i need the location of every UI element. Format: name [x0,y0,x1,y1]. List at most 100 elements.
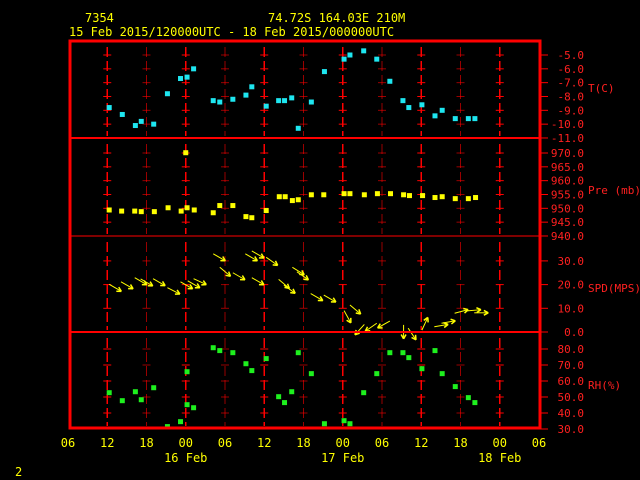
rh-point [230,350,236,356]
temperature-point [106,105,112,111]
pressure-point [276,194,282,200]
y-tick-label: 955.0 [551,188,584,201]
axes: -5.0-6.0-7.0-8.0-9.0-10.0-11.0T(C)970.09… [61,39,640,465]
pressure-point [465,196,471,202]
temperature-point [361,48,367,54]
wind-arrow [349,304,362,315]
temperature-point [295,125,301,131]
rh-point [249,368,255,374]
y-axis-label: T(C) [588,82,615,95]
rh-point [217,348,223,354]
wind-arrow [212,253,226,262]
y-tick-label: 965.0 [551,161,584,174]
y-axis-label: SPD(MPS) [588,282,640,295]
wind-arrow [364,322,378,333]
temperature-point [387,78,393,84]
temperature-point [406,105,412,111]
wind-arrow [474,309,489,316]
y-tick-label: 970.0 [551,147,584,160]
y-tick-label: 0.0 [564,326,584,339]
y-tick-label: -9.0 [558,104,585,117]
rh-point [295,350,301,356]
y-tick-label: -6.0 [558,63,585,76]
temperature-point [432,113,438,119]
pressure-point [374,191,380,197]
y-tick-label: 80.0 [558,343,585,356]
pressure-point [132,208,138,214]
wind-arrow-head [355,312,361,315]
wind-arrow-head [303,278,309,281]
rh-point [321,421,327,427]
wind-arrow [167,287,181,295]
temperature-point [308,99,314,105]
pressure-point [308,192,314,198]
pressure-point [184,205,190,211]
rh-point [439,371,445,377]
temperature-point [263,103,269,109]
temperature-point [184,74,190,80]
y-tick-label: 30.0 [558,423,585,436]
pressure-point [106,207,112,213]
rh-point [465,395,471,401]
wind-arrow [193,278,207,286]
temperature-point [439,107,445,113]
y-tick-label: 960.0 [551,175,584,188]
x-tick-label: 06 [375,436,389,450]
x-tick-label: 12 [100,436,114,450]
wind-arrow [251,277,265,286]
pressure-point [178,208,184,214]
temperature-point [419,102,425,108]
temperature-point [249,84,255,90]
rh-point [419,366,425,372]
x-tick-label: 12 [414,436,428,450]
wind-arrow [292,266,305,276]
wind-arrow [467,306,482,314]
pressure-point [401,192,407,198]
x-tick-label: 06 [218,436,232,450]
wind-arrow [120,281,134,290]
rh-point [210,345,216,351]
temperature-point [138,118,144,124]
x-tick-label: 00 [179,436,193,450]
wind-arrow-head [272,264,278,267]
pressure-point [341,191,347,197]
rh-point [191,405,197,411]
pressure-point [191,207,197,213]
wind-arrow [421,316,429,331]
temperature-point [465,116,471,122]
pressure-point [249,215,255,221]
x-tick-label: 18 [139,436,153,450]
temperature-point [341,56,347,62]
wind-arrow [310,293,324,302]
wind-arrow [343,310,352,324]
temperature-point [191,66,197,72]
wind-arrow [441,318,456,325]
pressure-point [165,205,171,211]
wind-arrow [232,272,246,281]
y-tick-label: 50.0 [558,391,585,404]
rh-point [452,384,458,390]
wind-arrow [283,284,296,295]
pressure-point [347,191,353,197]
x-tick-label: 18 [453,436,467,450]
x-date-label: 17 Feb [321,451,364,465]
temperature-point [347,52,353,58]
rh-point [374,371,380,377]
rh-point [138,397,144,403]
y-tick-label: 40.0 [558,407,585,420]
temperature-point [276,98,282,104]
y-tick-label: 60.0 [558,375,585,388]
rh-point [132,389,138,395]
pressure-point [406,193,412,199]
pressure-point [151,209,157,215]
x-tick-label: 06 [532,436,546,450]
rh-point [178,419,184,425]
pressure-point [452,196,458,202]
wind-arrow-head [290,291,296,295]
wind-arrow-head [225,274,231,278]
wind-arrow [152,278,166,287]
temperature-point [289,95,295,101]
rh-point [472,400,478,406]
rh-point [341,418,347,424]
rh-point [289,389,295,395]
